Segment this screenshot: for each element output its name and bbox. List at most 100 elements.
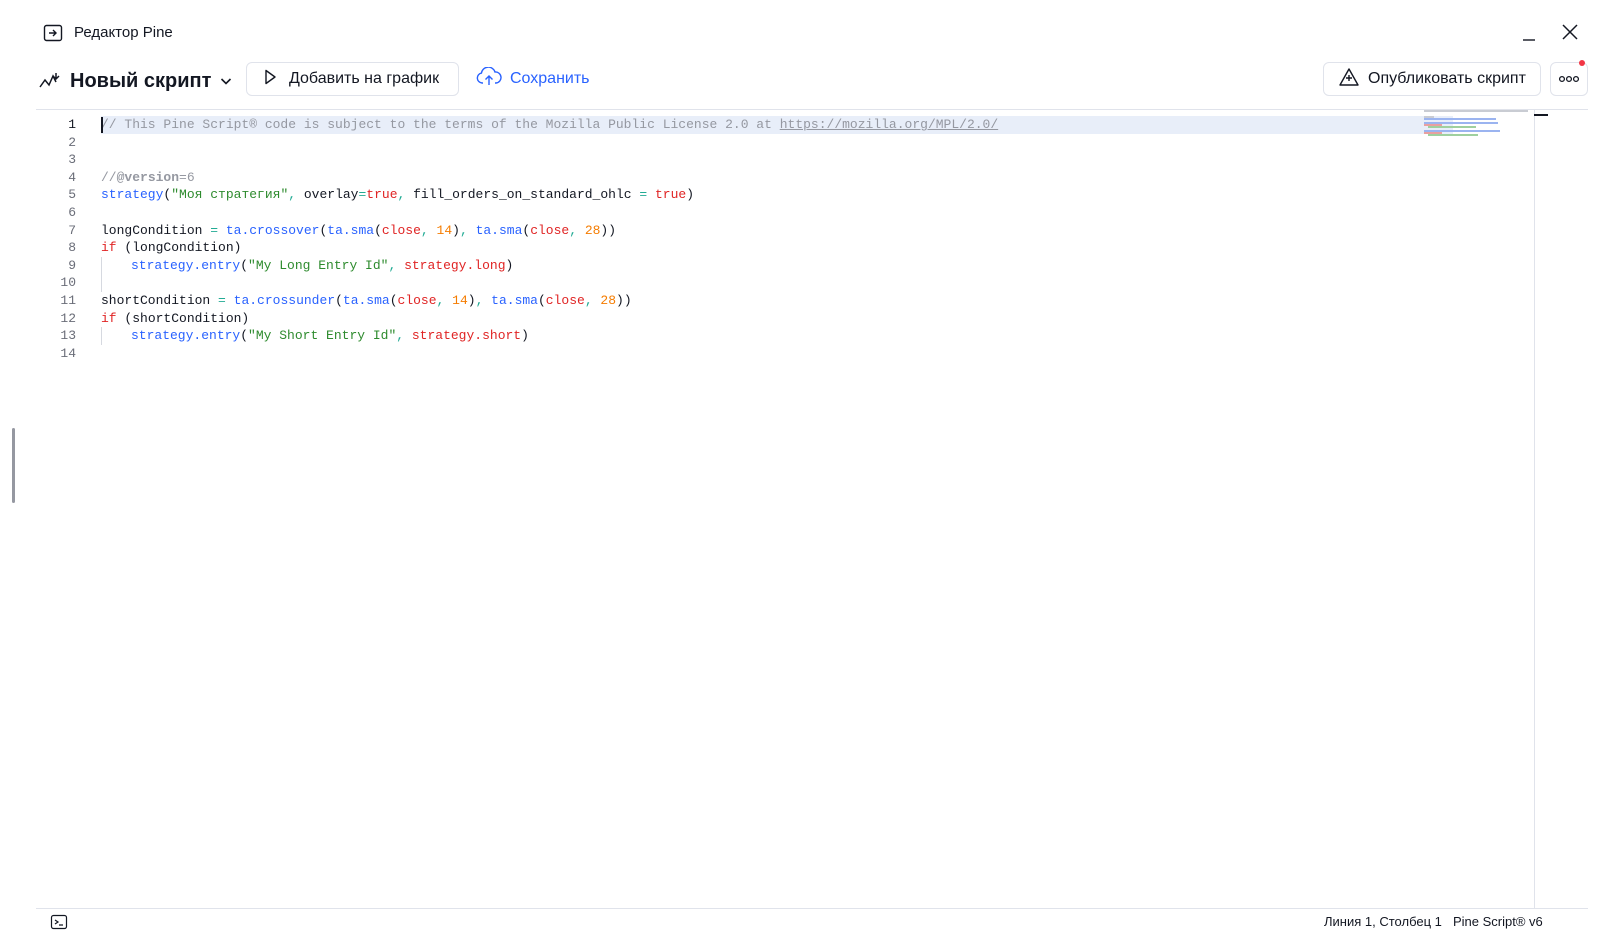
code-line[interactable]: longCondition = ta.crossover(ta.sma(clos… [101,222,1453,240]
code-token: ) [686,187,695,203]
code-token: 28 [584,222,601,238]
code-line[interactable]: if (shortCondition) [101,310,1453,328]
code-line[interactable] [101,274,1453,292]
code-line[interactable] [101,151,1453,169]
code-token: ( [374,222,382,238]
play-icon [261,68,279,91]
code-token: @version [116,169,180,185]
code-line[interactable]: shortCondition = ta.crossunder(ta.sma(cl… [101,292,1453,310]
line-number: 6 [68,204,76,220]
code-token: =6 [179,169,195,185]
code-token: if [101,240,117,256]
status-bar: Линия 1, Столбец 1 Pine Script® v6 [36,908,1588,933]
code-token: strategy [101,187,164,203]
more-options-button[interactable] [1550,60,1588,96]
script-name-dropdown[interactable]: Новый скрипт [36,64,233,98]
code-area[interactable]: // This Pine Script® code is subject to … [101,116,1453,362]
code-token: ( [240,328,249,344]
close-button[interactable] [1556,20,1584,48]
code-line[interactable]: //@version=6 [101,169,1453,187]
code-token: , [288,187,304,203]
code-token: )) [600,222,617,238]
line-number-gutter: 1 2 3 4 5 6 7 8 9 10 11 12 13 14 [36,116,76,362]
add-to-chart-label: Добавить на график [289,70,440,87]
code-line[interactable]: strategy.entry("My Short Entry Id", stra… [101,327,1453,345]
code-token: ta.sma [475,222,523,238]
code-token: true [655,187,687,203]
code-line[interactable] [101,204,1453,222]
code-line[interactable]: if (longCondition) [101,239,1453,257]
indent-guide [101,256,131,275]
code-token: ) [452,222,460,238]
save-label: Сохранить [510,70,590,87]
language-version[interactable]: Pine Script® v6 [1453,914,1543,929]
code-token: , [475,292,492,308]
minimap[interactable] [1424,110,1534,150]
scrollbar-thumb[interactable] [1534,114,1548,116]
cursor-position: Линия 1, Столбец 1 [1324,914,1442,929]
code-token: ( [335,292,343,308]
code-token: 28 [600,292,617,308]
code-token: , [459,222,476,238]
code-token: , [420,222,437,238]
code-token: // [101,169,117,185]
code-token: https://mozilla.org/MPL/2.0/ [779,117,999,132]
code-token: longCondition [101,222,211,238]
code-token: (longCondition) [116,240,242,256]
code-token: close [545,292,585,308]
save-button[interactable]: Сохранить [476,62,590,96]
code-token: ( [240,257,249,273]
line-number: 13 [60,328,76,344]
code-line[interactable]: // This Pine Script® code is subject to … [101,116,1453,134]
code-token: "My Short Entry Id" [248,328,397,344]
code-token: strategy.long [404,257,506,273]
line-number: 2 [68,134,76,150]
minimize-button[interactable] [1515,20,1543,48]
code-token: ( [537,292,546,308]
code-token: "My Long Entry Id" [248,257,389,273]
indent-guide [101,327,131,345]
line-number: 14 [60,345,76,361]
title-bar: Редактор Pine [0,0,1600,62]
notification-dot [1579,60,1585,66]
code-token: close [381,222,421,238]
code-token: ta.crossover [225,222,320,238]
line-number: 7 [68,222,76,238]
close-icon [1561,23,1579,46]
code-line[interactable]: strategy("Моя стратегия", overlay=true, … [101,186,1453,204]
code-token: close [397,292,437,308]
console-icon[interactable] [50,913,68,931]
chevron-down-icon [219,74,233,88]
editor-toolbar: Новый скрипт Добавить на график Сохранит… [36,60,1588,108]
code-token: ta.sma [491,292,538,308]
code-token: overlay [303,187,359,203]
code-token: , [388,257,405,273]
code-token: , [584,292,601,308]
code-line[interactable] [101,345,1453,363]
panel-resize-handle[interactable] [12,428,15,503]
script-type-icon [38,69,62,93]
line-number: 8 [68,240,76,256]
more-icon [1558,70,1580,88]
code-token: , [436,292,453,308]
window-title: Редактор Pine [74,24,173,41]
line-number: 10 [60,275,76,291]
line-number: 5 [68,187,76,203]
line-number: 9 [68,257,76,273]
line-number: 4 [68,169,76,185]
code-token: "Моя стратегия" [171,187,289,203]
vertical-scrollbar[interactable] [1534,110,1535,908]
publish-script-button[interactable]: Опубликовать скрипт [1323,62,1541,96]
code-editor[interactable]: 1 2 3 4 5 6 7 8 9 10 11 12 13 14 // This Pine Script®… [36,110,1588,908]
add-to-chart-button[interactable]: Добавить на график [246,62,459,96]
code-line[interactable]: strategy.entry("My Long Entry Id", strat… [101,256,1453,275]
line-number: 3 [68,152,76,168]
text-cursor [101,117,103,133]
code-token: 14 [452,292,468,308]
code-token: ( [389,292,398,308]
code-line[interactable] [101,134,1453,152]
code-token: strategy.short [411,328,522,344]
